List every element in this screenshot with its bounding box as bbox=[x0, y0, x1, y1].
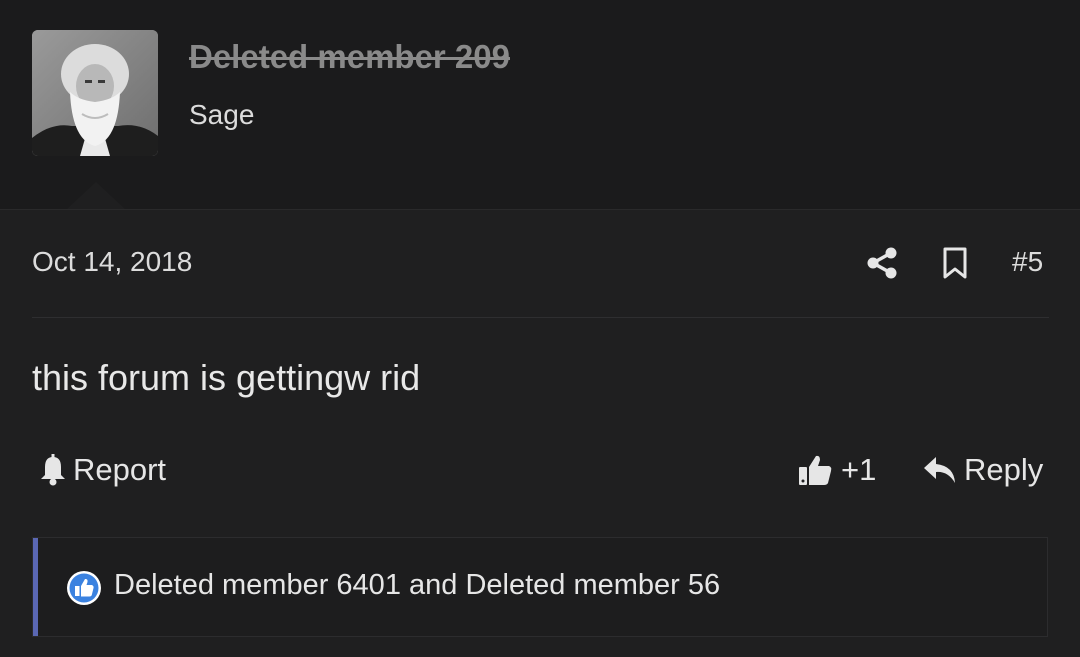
report-button[interactable]: Report bbox=[37, 448, 166, 492]
reply-label: Reply bbox=[964, 452, 1044, 487]
reactions-text[interactable]: Deleted member 6401 and Deleted member 5… bbox=[114, 569, 720, 602]
report-label: Report bbox=[73, 452, 167, 487]
message-pointer bbox=[66, 182, 126, 210]
like-reaction-icon bbox=[67, 571, 101, 605]
header-divider bbox=[0, 209, 1080, 210]
reactions-accent-bar bbox=[33, 538, 38, 636]
share-icon[interactable] bbox=[866, 246, 898, 280]
post-number[interactable]: #5 bbox=[1012, 246, 1043, 278]
post-header: Deleted member 209 Sage bbox=[0, 0, 1080, 210]
post-body-text: this forum is gettingw rid bbox=[32, 357, 421, 398]
avatar-portrait bbox=[32, 30, 158, 156]
bell-icon bbox=[41, 454, 65, 486]
reply-button[interactable]: Reply bbox=[922, 448, 1043, 492]
like-button[interactable]: +1 bbox=[797, 448, 876, 492]
post-date[interactable]: Oct 14, 2018 bbox=[32, 246, 192, 278]
meta-divider bbox=[32, 317, 1049, 318]
reply-arrow-icon bbox=[924, 457, 955, 483]
bookmark-icon[interactable] bbox=[941, 246, 969, 280]
reactions-bar[interactable]: Deleted member 6401 and Deleted member 5… bbox=[32, 537, 1048, 637]
forum-post: Deleted member 209 Sage Oct 14, 2018 #5 … bbox=[0, 0, 1080, 657]
author-user-title: Sage bbox=[189, 99, 255, 130]
thumbs-up-icon bbox=[799, 455, 832, 485]
like-count: +1 bbox=[841, 452, 877, 487]
avatar[interactable] bbox=[32, 30, 158, 156]
author-username[interactable]: Deleted member 209 bbox=[189, 38, 510, 76]
